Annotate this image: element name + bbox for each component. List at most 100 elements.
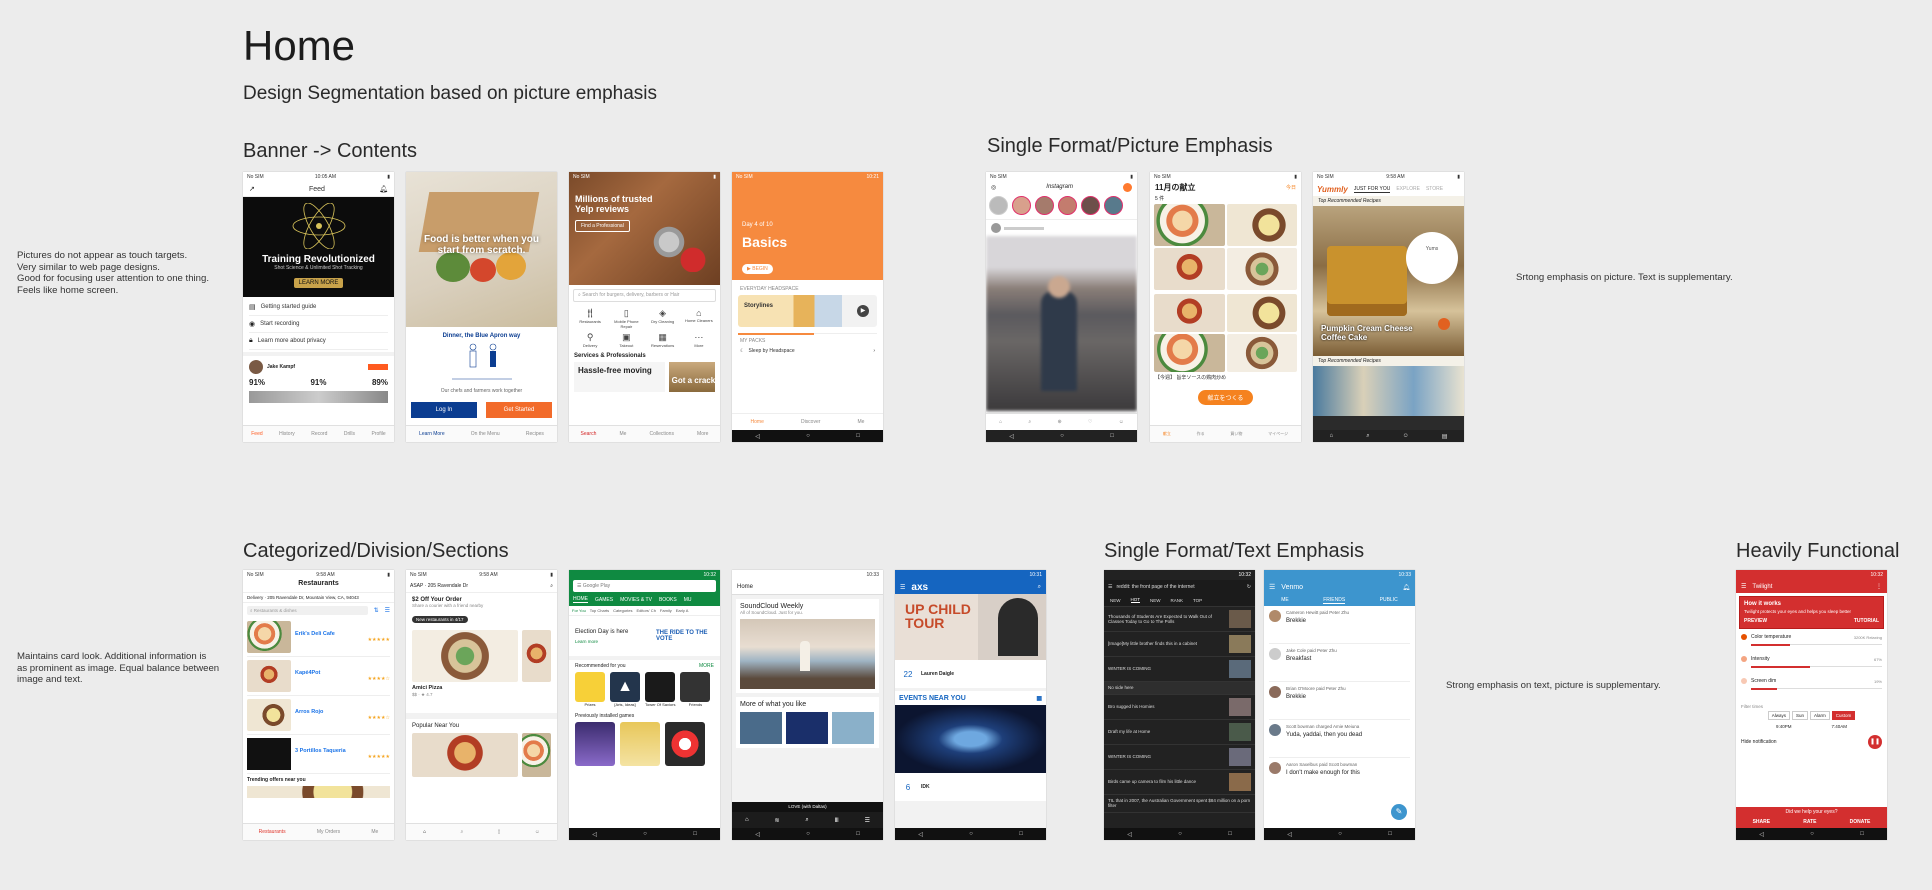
menu-icon[interactable]: ☰	[1741, 583, 1746, 590]
tab-menu[interactable]: 献立	[1163, 431, 1171, 437]
home-icon[interactable]: ⌂	[745, 817, 749, 823]
kondate-action[interactable]: 今日	[1286, 184, 1296, 191]
storylines-card[interactable]: Storylines ▶	[738, 295, 877, 327]
list-item[interactable]: Bro sugged his Homies	[1104, 695, 1255, 720]
home-icon[interactable]: ○	[806, 433, 810, 439]
list-item[interactable]: Brian O'Moore paid Peter Zhu Brekkie	[1269, 682, 1410, 720]
get-started-button[interactable]: Get Started	[486, 402, 552, 418]
now-playing-bar[interactable]: LOVE (with Daltas)	[732, 802, 883, 812]
start-time[interactable]: 9:40PM	[1776, 724, 1792, 729]
search-input[interactable]: ⌕ Restaurants & dishes	[247, 606, 368, 615]
share-button[interactable]: SHARE	[1753, 819, 1771, 825]
tab-learn-more[interactable]: Learn More	[419, 431, 445, 437]
delivery-address[interactable]: Delivery · 205 Ravendale Dr, Mountain Vi…	[243, 592, 394, 603]
list-item[interactable]: Erik's Deli Cafe ★★★★★	[247, 618, 390, 657]
stream-icon[interactable]: ≋	[774, 817, 779, 824]
list-item[interactable]: TIL that in 2007, the Australian Governm…	[1104, 795, 1255, 813]
category-more[interactable]: ⋯ More	[681, 332, 717, 348]
tab-history[interactable]: History	[279, 431, 295, 437]
back-icon[interactable]: ◁	[755, 433, 760, 440]
event-item[interactable]: 22 Lauren Daigle	[895, 660, 1046, 688]
tab-record[interactable]: Record	[311, 431, 327, 437]
tab-recipes[interactable]: Recipes	[526, 431, 544, 437]
tab-me[interactable]: ME	[1281, 597, 1289, 603]
recents-icon[interactable]: □	[856, 433, 860, 439]
library-icon[interactable]: Ⅲ	[835, 817, 839, 824]
list-item[interactable]: ◉ Start recording	[249, 316, 388, 333]
recipe-card-2[interactable]	[1154, 294, 1297, 372]
tab-friends[interactable]: FRIENDS	[1323, 597, 1346, 604]
search-icon[interactable]: ⌕	[1028, 419, 1031, 425]
find-professional-button[interactable]: Find a Professional	[575, 220, 630, 232]
pay-fab[interactable]: ✎	[1391, 804, 1407, 820]
stories-row[interactable]	[986, 192, 1137, 220]
category-phone-repair[interactable]: ▯ Mobile Phone Repair	[608, 308, 644, 329]
camera-icon[interactable]: ◎	[991, 184, 996, 191]
add-icon[interactable]: ⊕	[1058, 419, 1062, 425]
calendar-icon[interactable]: ▦	[1036, 695, 1042, 702]
list-item[interactable]: WINTER IS COMING	[1104, 745, 1255, 770]
list-item[interactable]: Aaron Saxelbus paid Scott bowman I don't …	[1269, 758, 1410, 796]
tab-public[interactable]: PUBLIC	[1380, 597, 1398, 603]
list-item[interactable]: Kapé4Pot ★★★★☆	[247, 657, 390, 696]
list-item[interactable]: [Image]My little brother finds this in a…	[1104, 632, 1255, 657]
tab-explore[interactable]: EXPLORE	[1396, 186, 1420, 192]
tab-movies[interactable]: MOVIES & TV	[620, 597, 652, 603]
list-item[interactable]: Arros Rojo ★★★★☆	[247, 696, 390, 735]
tab-feed[interactable]: Feed	[251, 431, 262, 437]
search-icon[interactable]: ⌕	[805, 817, 808, 824]
tab-me[interactable]: Me	[371, 829, 378, 835]
profile-icon[interactable]: ☺	[535, 829, 540, 835]
tab-home[interactable]: HOME	[573, 596, 588, 603]
feed-banner[interactable]: Training Revolutionized Shot Science & U…	[243, 197, 394, 297]
search-icon[interactable]: ⌕	[550, 583, 553, 589]
event-item[interactable]: 6 IDK	[895, 773, 1046, 801]
tab-discover[interactable]: Discover	[801, 419, 820, 425]
slider-row[interactable]: Intensity 67%	[1741, 656, 1882, 678]
share-icon[interactable]: ↗	[249, 185, 255, 193]
tab-shopping[interactable]: 買い物	[1230, 431, 1242, 437]
new-badge[interactable]: New restaurants in 4/17	[412, 616, 468, 623]
list-item[interactable]: 🔒︎ Learn more about privacy	[249, 333, 388, 350]
app-card[interactable]: Friends	[680, 672, 711, 707]
menu-icon[interactable]: ☰	[1108, 584, 1112, 590]
list-item[interactable]: Scott bowman charged Amie Meiuna Yuda, ya…	[1269, 720, 1410, 758]
category-restaurants[interactable]: 🍴︎ Restaurants	[572, 308, 608, 329]
list-item[interactable]: Cameron Hewitt paid Peter Zhu Brekkie	[1269, 606, 1410, 644]
category-takeout[interactable]: ▣ Takeout	[608, 332, 644, 348]
election-card[interactable]: Election Day is here Learn more THE RIDE…	[569, 616, 720, 660]
tab-home[interactable]: Home	[751, 419, 764, 425]
yum-button[interactable]	[1438, 318, 1450, 330]
tab-on-the-menu[interactable]: On the Menu	[471, 431, 500, 437]
bell-icon[interactable]: 🔔︎	[1402, 584, 1410, 591]
app-card[interactable]: Prizes	[575, 672, 605, 707]
restaurant-photo[interactable]	[412, 630, 519, 682]
tab-music[interactable]: MU	[684, 597, 692, 603]
app-card[interactable]: ▲ [Arts, Ideas]	[610, 672, 640, 707]
bell-icon[interactable]: 🔔︎	[379, 185, 388, 193]
recipe-photo[interactable]: Yums Pumpkin Cream Cheese Coffee Cake	[1313, 206, 1464, 356]
tab-more[interactable]: More	[697, 431, 708, 437]
list-item[interactable]: No side here	[1104, 682, 1255, 695]
orders-icon[interactable]: ▯	[498, 829, 501, 835]
search-input[interactable]: ☰ Google Play	[573, 580, 716, 592]
end-time[interactable]: 7:40AM	[1831, 724, 1847, 729]
menu-icon[interactable]: ☰	[865, 817, 870, 824]
play-icon[interactable]: ▶	[857, 305, 869, 317]
slider-row[interactable]: Screen dim 19%	[1741, 678, 1882, 700]
list-item[interactable]: ▤ Getting started guide	[249, 299, 388, 316]
slider-row[interactable]: Color temperature 3200K Relaxing	[1741, 634, 1882, 656]
tab-me[interactable]: Me	[857, 419, 864, 425]
tab-games[interactable]: GAMES	[595, 597, 613, 603]
card-moving[interactable]: Hassle-free moving	[574, 362, 665, 392]
tab-me[interactable]: Me	[619, 431, 626, 437]
tab-restaurants[interactable]: Restaurants	[259, 829, 286, 835]
home-icon[interactable]: ⌂	[423, 829, 426, 835]
list-item[interactable]: WINTER IS COMING	[1104, 657, 1255, 682]
donate-button[interactable]: DONATE	[1850, 819, 1871, 825]
rate-button[interactable]: RATE	[1803, 819, 1816, 825]
preview-button[interactable]: PREVIEW	[1744, 618, 1767, 624]
tab-drills[interactable]: Drills	[344, 431, 355, 437]
begin-button[interactable]: ▶ BEGIN	[742, 264, 773, 274]
event-hero[interactable]: UP CHILD TOUR	[895, 594, 1046, 660]
